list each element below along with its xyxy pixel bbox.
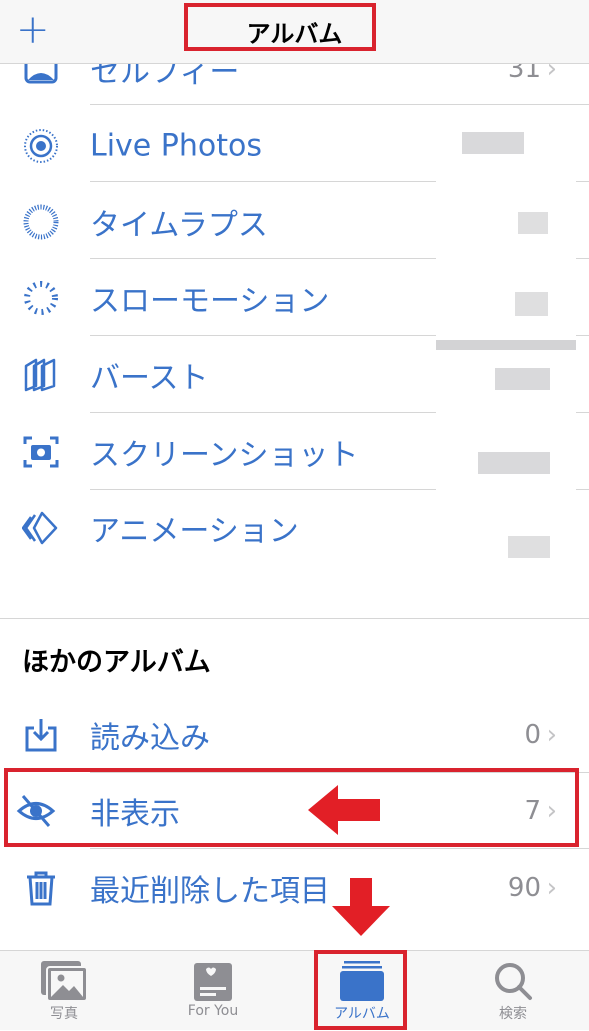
album-label: アニメーション — [90, 513, 299, 549]
blurred-count — [518, 212, 548, 234]
red-arrow-left-icon — [308, 785, 380, 835]
album-label: Live Photos — [90, 128, 263, 163]
blur-bar — [436, 340, 576, 350]
tab-label: 写真 — [50, 1006, 78, 1022]
blurred-count — [495, 368, 550, 390]
blurred-count — [478, 452, 550, 474]
album-label: スクリーンショット — [90, 437, 359, 473]
album-row-import[interactable]: 読み込み 0 › — [0, 696, 589, 773]
album-label: バースト — [90, 360, 209, 396]
album-label: スローモーション — [90, 283, 330, 319]
chevron-right-icon: › — [546, 872, 557, 903]
tab-label: 検索 — [499, 1006, 527, 1022]
section-divider — [0, 618, 589, 619]
red-arrow-down-icon — [332, 878, 390, 936]
timelapse-icon — [23, 204, 59, 239]
highlight-box-hidden — [4, 768, 579, 847]
album-count: 0 — [524, 719, 541, 750]
album-row-recently-deleted[interactable]: 最近削除した項目 90 › — [0, 849, 589, 926]
tab-label: For You — [187, 1003, 239, 1019]
screenshot-icon — [23, 436, 59, 467]
tab-search[interactable]: 検索 — [463, 951, 563, 1031]
chevron-right-icon: › — [546, 719, 557, 750]
animation-icon — [22, 511, 58, 544]
album-label: タイムラプス — [90, 207, 268, 243]
blurred-count — [462, 132, 524, 154]
album-count: 90 — [507, 872, 541, 903]
search-icon — [495, 963, 532, 1000]
highlight-box-title — [184, 3, 376, 51]
blurred-count — [515, 292, 548, 316]
tab-for-you[interactable]: For You — [163, 951, 263, 1031]
highlight-box-albums-tab — [314, 950, 407, 1030]
live-photos-icon — [24, 128, 58, 163]
slow-motion-icon — [24, 280, 58, 315]
album-label: 読み込み — [90, 720, 210, 756]
import-icon — [25, 718, 57, 751]
blurred-count — [508, 536, 550, 558]
photos-icon — [41, 961, 87, 1001]
album-label: 最近削除した項目 — [90, 873, 330, 909]
burst-icon — [24, 358, 56, 391]
for-you-icon — [194, 963, 232, 1001]
tab-bar: 写真 For You アルバム 検索 — [0, 950, 589, 1030]
tab-photos[interactable]: 写真 — [14, 951, 114, 1031]
trash-icon — [27, 871, 55, 905]
section-title: ほかのアルバム — [22, 647, 211, 678]
